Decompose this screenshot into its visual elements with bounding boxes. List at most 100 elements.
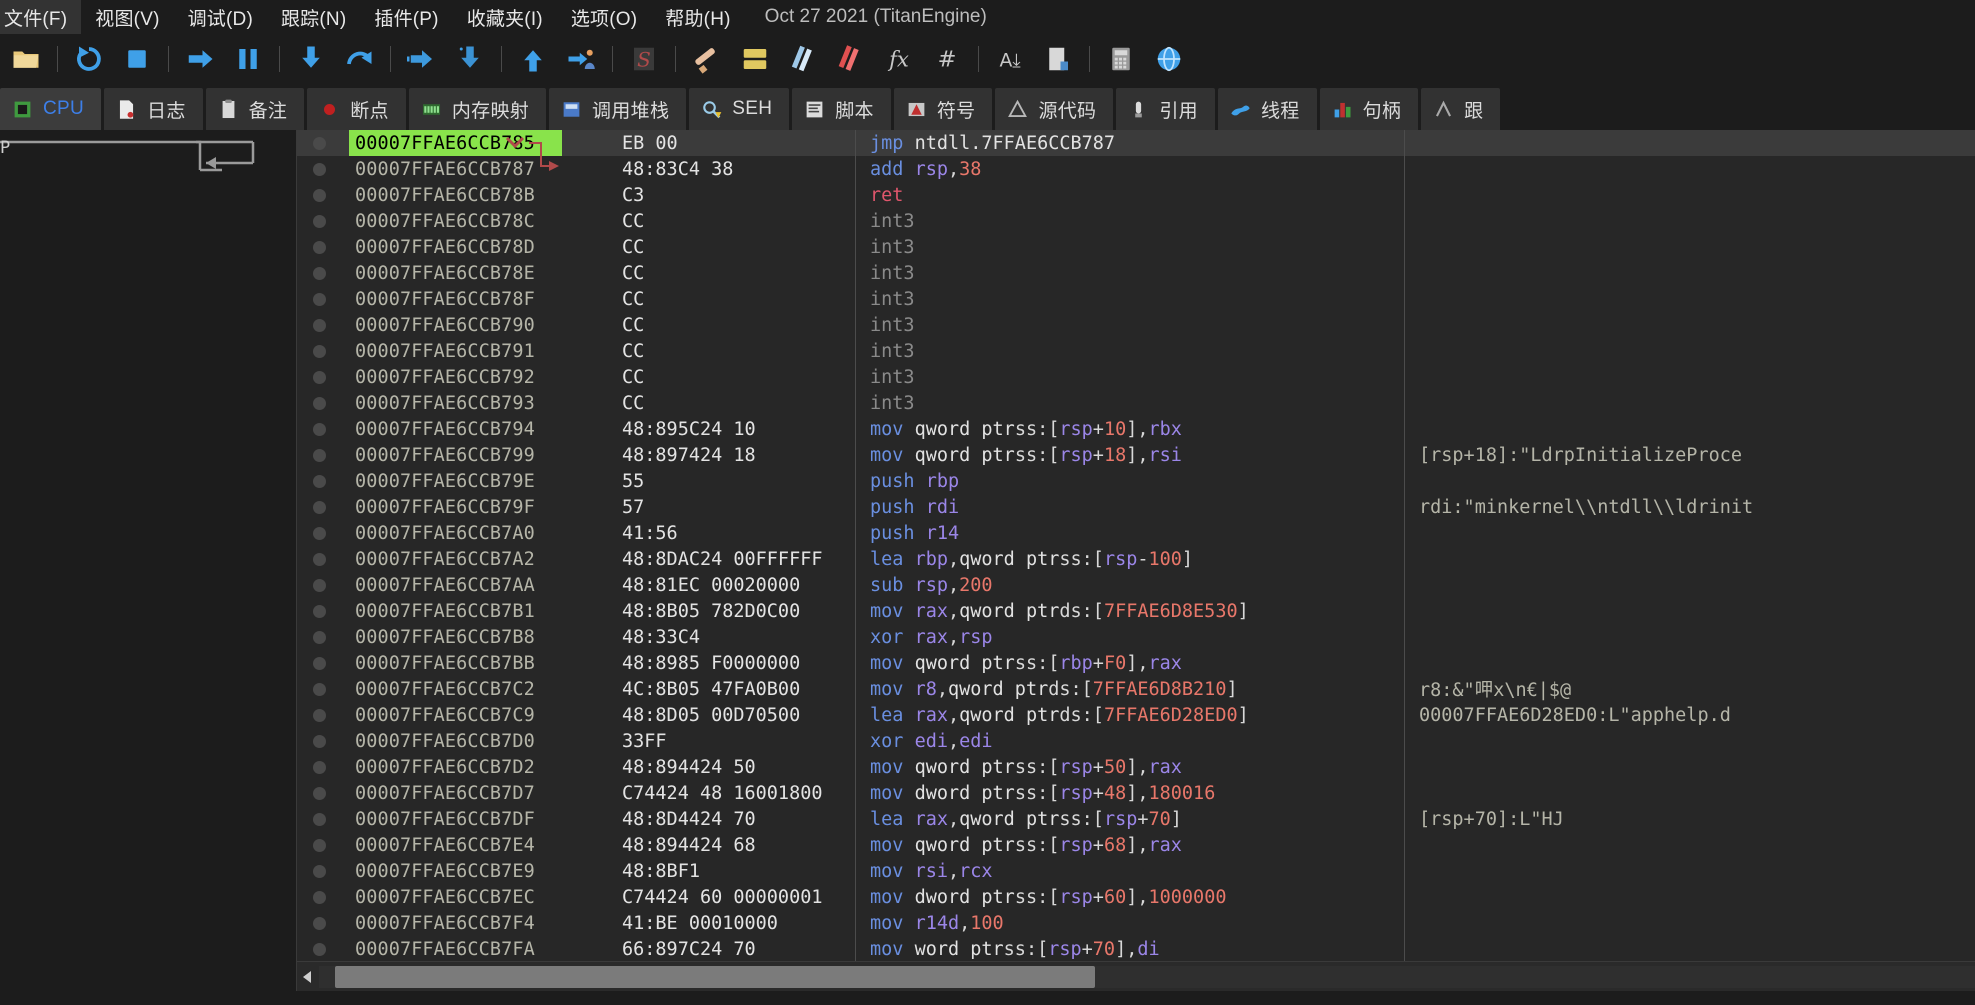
breakpoint-dot-icon[interactable]: [313, 605, 326, 618]
tab-log[interactable]: 日志: [104, 88, 203, 130]
breakpoint-dot-icon[interactable]: [313, 293, 326, 306]
disassembly-row[interactable]: 00007FFAE6CCB79E 55 push rbp: [297, 468, 1975, 494]
breakpoint-gutter-cell[interactable]: [297, 390, 349, 416]
breakpoint-gutter-cell[interactable]: [297, 130, 349, 156]
toolbar-log-icon[interactable]: [683, 37, 731, 81]
tab-memory-map[interactable]: 内存映射: [408, 88, 547, 130]
tab-call-stack[interactable]: 调用堆栈: [549, 88, 687, 130]
breakpoint-dot-icon[interactable]: [313, 163, 326, 176]
toolbar-step-into-icon[interactable]: [287, 37, 335, 81]
breakpoint-dot-icon[interactable]: [313, 267, 326, 280]
tab-symbols[interactable]: 符号: [893, 88, 993, 130]
disassembly-row[interactable]: 00007FFAE6CCB7A0 41:56 push r14: [297, 520, 1975, 546]
menu-trace[interactable]: 跟踪(N): [267, 0, 360, 35]
toolbar-globe-icon[interactable]: [1145, 37, 1193, 81]
breakpoint-gutter-cell[interactable]: [297, 156, 349, 182]
toolbar-execute-till-return-icon[interactable]: [509, 37, 557, 81]
tab-references[interactable]: 引用: [1116, 88, 1215, 130]
disassembly-row[interactable]: 00007FFAE6CCB7B8 48:33C4 xor rax, rsp: [297, 624, 1975, 650]
toolbar-pause-icon[interactable]: [224, 37, 272, 81]
toolbar-symbols-icon[interactable]: A⤓: [986, 37, 1034, 81]
breakpoint-dot-icon[interactable]: [313, 423, 326, 436]
breakpoint-gutter-cell[interactable]: [297, 728, 349, 754]
breakpoint-gutter-cell[interactable]: [297, 520, 349, 546]
breakpoint-dot-icon[interactable]: [313, 709, 326, 722]
tab-notes[interactable]: 备注: [205, 88, 305, 130]
menu-favourites[interactable]: 收藏夹(I): [453, 0, 557, 35]
disassembly-rows-container[interactable]: 00007FFAE6CCB785 EB 00 jmp ntdll.7FFAE6CCB…: [297, 130, 1975, 961]
breakpoint-gutter-cell[interactable]: [297, 442, 349, 468]
breakpoint-gutter-cell[interactable]: [297, 832, 349, 858]
disassembly-row[interactable]: 00007FFAE6CCB78D CC int3: [297, 234, 1975, 260]
breakpoint-dot-icon[interactable]: [313, 371, 326, 384]
breakpoint-dot-icon[interactable]: [313, 215, 326, 228]
menu-options[interactable]: 选项(O): [557, 0, 651, 35]
breakpoint-dot-icon[interactable]: [313, 865, 326, 878]
breakpoint-gutter-cell[interactable]: [297, 676, 349, 702]
toolbar-calculator-icon[interactable]: [1097, 37, 1145, 81]
menu-file[interactable]: 文件(F): [0, 0, 82, 35]
toolbar-trace-into-icon[interactable]: [398, 37, 446, 81]
breakpoint-gutter-cell[interactable]: [297, 936, 349, 961]
disassembly-row[interactable]: 00007FFAE6CCB7E9 48:8BF1 mov rsi, rcx: [297, 858, 1975, 884]
breakpoint-gutter-cell[interactable]: [297, 754, 349, 780]
disassembly-row[interactable]: 00007FFAE6CCB7FA 66:897C24 70 mov word ptr…: [297, 936, 1975, 961]
breakpoint-dot-icon[interactable]: [313, 917, 326, 930]
toolbar-notes-icon[interactable]: [731, 37, 779, 81]
toolbar-skip-icon[interactable]: S: [620, 37, 668, 81]
disassembly-row[interactable]: 00007FFAE6CCB7D0 33FF xor edi, edi: [297, 728, 1975, 754]
breakpoint-dot-icon[interactable]: [313, 397, 326, 410]
breakpoint-dot-icon[interactable]: [313, 657, 326, 670]
toolbar-stop-icon[interactable]: [113, 37, 161, 81]
disassembly-row[interactable]: 00007FFAE6CCB7BB 48:8985 F0000000 mov qwor…: [297, 650, 1975, 676]
breakpoint-gutter-cell[interactable]: [297, 286, 349, 312]
toolbar-run-to-user-code-icon[interactable]: [557, 37, 605, 81]
disassembly-view[interactable]: 00007FFAE6CCB785 EB 00 jmp ntdll.7FFAE6CCB…: [296, 130, 1975, 991]
horizontal-scrollbar[interactable]: [297, 961, 1975, 991]
disassembly-row[interactable]: 00007FFAE6CCB78C CC int3: [297, 208, 1975, 234]
breakpoint-gutter-cell[interactable]: [297, 234, 349, 260]
breakpoint-dot-icon[interactable]: [313, 839, 326, 852]
disassembly-row[interactable]: 00007FFAE6CCB7E4 48:894424 68 mov qword pt…: [297, 832, 1975, 858]
menu-view[interactable]: 视图(V): [81, 0, 173, 35]
disassembly-row[interactable]: 00007FFAE6CCB790 CC int3: [297, 312, 1975, 338]
scrollbar-track[interactable]: [319, 965, 1975, 988]
breakpoint-dot-icon[interactable]: [313, 527, 326, 540]
breakpoint-dot-icon[interactable]: [313, 501, 326, 514]
breakpoint-dot-icon[interactable]: [313, 449, 326, 462]
breakpoint-gutter-cell[interactable]: [297, 884, 349, 910]
toolbar-breakpoints-icon[interactable]: [779, 37, 827, 81]
disassembly-row[interactable]: 00007FFAE6CCB785 EB 00 jmp ntdll.7FFAE6CCB…: [297, 130, 1975, 156]
menu-help[interactable]: 帮助(H): [651, 0, 744, 35]
breakpoint-gutter-cell[interactable]: [297, 494, 349, 520]
toolbar-memory-map-icon[interactable]: [827, 37, 875, 81]
breakpoint-dot-icon[interactable]: [313, 813, 326, 826]
breakpoint-gutter-cell[interactable]: [297, 806, 349, 832]
disassembly-row[interactable]: 00007FFAE6CCB799 48:897424 18 mov qword pt…: [297, 442, 1975, 468]
breakpoint-gutter-cell[interactable]: [297, 338, 349, 364]
disassembly-row[interactable]: 00007FFAE6CCB78E CC int3: [297, 260, 1975, 286]
menu-debug[interactable]: 调试(D): [174, 0, 267, 35]
breakpoint-gutter-cell[interactable]: [297, 910, 349, 936]
disassembly-row[interactable]: 00007FFAE6CCB787 48:83C4 38 add rsp, 38: [297, 156, 1975, 182]
breakpoint-gutter-cell[interactable]: [297, 260, 349, 286]
tab-breakpoint[interactable]: 断点: [307, 88, 406, 130]
tab-seh[interactable]: SEH: [689, 88, 790, 130]
breakpoint-gutter-cell[interactable]: [297, 624, 349, 650]
disassembly-row[interactable]: 00007FFAE6CCB7A2 48:8DAC24 00FFFFFF lea rb…: [297, 546, 1975, 572]
breakpoint-dot-icon[interactable]: [313, 579, 326, 592]
disassembly-row[interactable]: 00007FFAE6CCB7C9 48:8D05 00D70500 lea rax,…: [297, 702, 1975, 728]
disassembly-row[interactable]: 00007FFAE6CCB7C2 4C:8B05 47FA0B00 mov r8, q…: [297, 676, 1975, 702]
scroll-left-arrow[interactable]: [297, 964, 319, 990]
breakpoint-dot-icon[interactable]: [313, 683, 326, 696]
breakpoint-gutter-cell[interactable]: [297, 312, 349, 338]
toolbar-source-icon[interactable]: [1034, 37, 1082, 81]
tab-trace[interactable]: 跟: [1421, 88, 1501, 130]
tab-script[interactable]: 脚本: [792, 88, 891, 130]
breakpoint-dot-icon[interactable]: [313, 319, 326, 332]
breakpoint-dot-icon[interactable]: [313, 761, 326, 774]
breakpoint-dot-icon[interactable]: [313, 137, 326, 150]
disassembly-row[interactable]: 00007FFAE6CCB78B C3 ret: [297, 182, 1975, 208]
tab-handles[interactable]: 句柄: [1319, 88, 1419, 130]
breakpoint-dot-icon[interactable]: [313, 891, 326, 904]
